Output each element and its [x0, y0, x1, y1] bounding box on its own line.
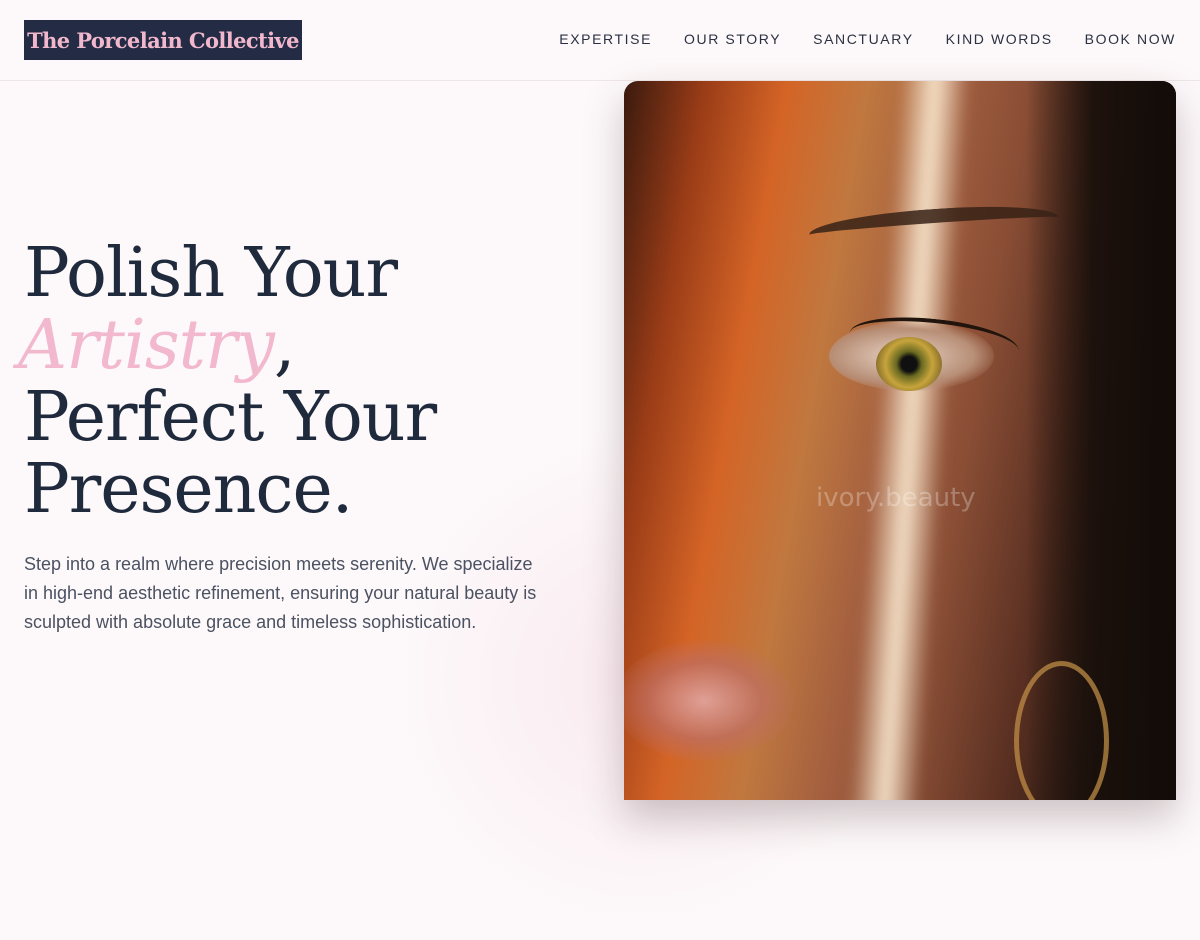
hero-title-comma: , [273, 306, 296, 385]
hero-title-accent: Artistry [18, 306, 275, 385]
nav-link-sanctuary[interactable]: SANCTUARY [813, 31, 914, 47]
nav-link-our-story[interactable]: OUR STORY [684, 31, 781, 47]
logo[interactable]: The Porcelain Collective [24, 20, 302, 60]
nav-link-expertise[interactable]: EXPERTISE [559, 31, 652, 47]
site-header: The Porcelain Collective EXPERTISE OUR S… [0, 0, 1200, 81]
hero-title-line-3: Perfect Your [24, 378, 437, 457]
nav-link-kind-words[interactable]: KIND WORDS [946, 31, 1053, 47]
hero-title: Polish Your Artistry, Perfect Your Prese… [18, 234, 437, 529]
main-nav: EXPERTISE OUR STORY SANCTUARY KIND WORDS… [559, 31, 1176, 47]
hero-portrait-image: ivory.beauty [624, 81, 1176, 800]
light-streak [846, 81, 972, 800]
image-watermark: ivory.beauty [816, 483, 976, 513]
hero-description: Step into a realm where precision meets … [24, 554, 537, 632]
nav-link-book-now[interactable]: BOOK NOW [1085, 31, 1176, 47]
hero-title-line-4: Presence. [24, 450, 353, 529]
hero-title-line-2: Artistry, [18, 310, 436, 382]
hero-title-line-1: Polish Your [24, 234, 398, 313]
lips-shape [624, 641, 794, 761]
